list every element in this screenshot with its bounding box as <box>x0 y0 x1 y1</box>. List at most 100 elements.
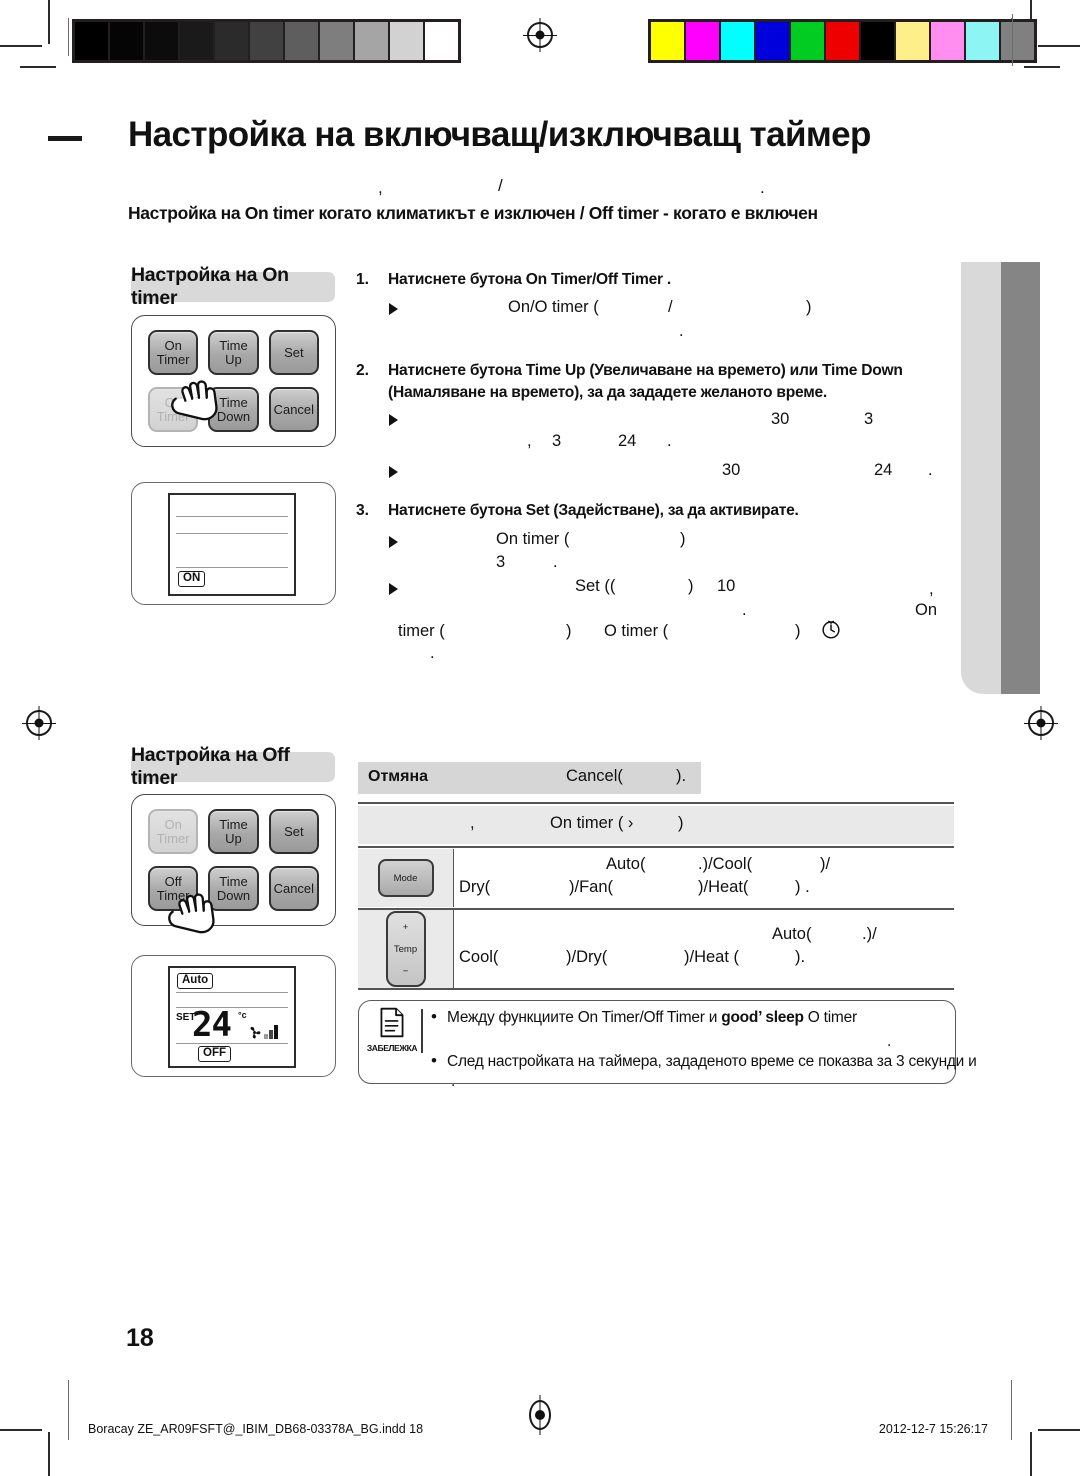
temp-plus-label: + <box>402 921 409 933</box>
step-1-frag-slash: / <box>668 298 673 316</box>
key-time-up-off-section[interactable]: Time Up <box>208 809 259 854</box>
note-b1-part-c: O timer <box>803 1009 857 1026</box>
page-edge-left <box>68 1380 70 1440</box>
lcd-on-tag: ON <box>178 571 206 587</box>
footer-filename: Boracay ZE_AR09FSFT@_IBIM_DB68-03378A_BG… <box>88 1422 424 1436</box>
key-time-up[interactable]: Time Up <box>208 330 259 375</box>
table-row-temp-l1b: .)/ <box>862 925 877 943</box>
note-box: ЗАБЕЛЕЖКА • Между функциите On Timer/Off… <box>358 1000 977 1090</box>
step-3-frag-set: Set (( <box>575 577 616 595</box>
key-set[interactable]: Set <box>268 330 319 375</box>
mode-button-icon[interactable]: Mode <box>377 859 434 897</box>
key-time-down[interactable]: Time Down <box>208 387 259 432</box>
key-on-timer[interactable]: On Timer <box>148 330 199 375</box>
lcd-off-divider-1 <box>176 992 288 994</box>
registration-mark-bottom <box>529 1400 551 1430</box>
crop-mark-tl-v <box>48 0 50 44</box>
key-on-timer-off-section[interactable]: On Timer <box>148 809 199 854</box>
grayscale-calibration-bar <box>72 19 461 63</box>
key-cancel[interactable]: Cancel <box>268 387 319 432</box>
gray-patch-9 <box>390 22 423 60</box>
gray-patch-1 <box>110 22 143 60</box>
color-patch-5 <box>826 22 859 60</box>
table-cell-mode-icon: Mode <box>358 849 454 907</box>
table-cancel-text: Cancel( <box>566 767 623 785</box>
lcd-panel-on-frame: ON <box>131 482 336 605</box>
lcd-divider-2 <box>176 533 288 535</box>
table-top-rule <box>358 802 954 805</box>
note-label: ЗАБЕЛЕЖКА <box>366 1043 418 1053</box>
heading-dash-icon <box>48 136 82 141</box>
key-time-up-label: Time Up <box>219 338 248 367</box>
lcd-screen-on: ON <box>168 493 296 596</box>
table-row-temp-l2d: ). <box>795 948 806 966</box>
step-2-bullet-2-icon <box>389 466 398 478</box>
step-2-frag-30: 30 <box>771 410 790 428</box>
gray-patch-0 <box>75 22 108 60</box>
registration-mark-left <box>22 710 56 736</box>
key-time-down-off-section[interactable]: Time Down <box>208 866 259 911</box>
crop-mark-tl2-h <box>20 66 56 68</box>
temp-button-icon[interactable]: + Temp − <box>385 911 426 987</box>
gray-patch-8 <box>355 22 388 60</box>
fan-icon <box>250 1026 261 1039</box>
lcd-divider-1 <box>176 516 288 518</box>
note-bullet-2-icon: • <box>431 1051 437 1070</box>
table-row-mode-l2b: )/Fan( <box>569 878 614 896</box>
key-on-timer-label: On Timer <box>156 338 190 367</box>
color-patch-0 <box>651 22 684 60</box>
lcd-divider-3 <box>176 567 288 569</box>
lcd-off-tag: OFF <box>198 1046 231 1062</box>
manual-page: Настройка на включващ/изключващ таймер ,… <box>0 0 1080 1476</box>
step-2-frag-24b: 24 <box>874 461 893 479</box>
gray-patch-6 <box>285 22 318 60</box>
key-time-down-label-2: Time Down <box>216 874 251 903</box>
trim-line-left <box>68 18 70 56</box>
key-set-label: Set <box>284 344 304 360</box>
color-patch-4 <box>791 22 824 60</box>
step-2-frag-3b: 3 <box>552 432 562 450</box>
step-2-text-line2: (Намаляване на времето), за да зададете … <box>388 384 827 401</box>
lcd-temperature-value: 24 <box>192 1005 232 1045</box>
table-subhead-end: ) <box>678 814 684 832</box>
step-3-bullet-2-icon <box>389 583 398 595</box>
step-2-frag-comma: , <box>527 432 532 450</box>
color-patch-9 <box>966 22 999 60</box>
key-set-off-section[interactable]: Set <box>268 809 319 854</box>
step-2-frag-dot2: . <box>928 461 933 479</box>
signal-bar-1 <box>264 1034 268 1039</box>
note-b1-part-a: Между функциите On Timer/Off Timer и <box>447 1009 722 1026</box>
crop-mark-tr-h <box>1038 45 1080 47</box>
color-patch-10 <box>1001 22 1034 60</box>
table-row-mode-l2c: )/Heat( <box>698 878 749 896</box>
timer-clock-icon <box>822 620 840 639</box>
step-1-frag-a: On/O timer ( <box>508 298 599 316</box>
color-patch-8 <box>931 22 964 60</box>
gray-patch-2 <box>145 22 178 60</box>
step-3-frag-10: 10 <box>717 577 736 595</box>
key-off-timer[interactable]: Off Timer <box>148 387 199 432</box>
remote-keypad-off-timer: On Timer Time Up Set Off Timer Time Down… <box>131 794 336 934</box>
step-3-frag-dot: . <box>553 553 558 571</box>
step-2-bullet-1-icon <box>389 414 398 426</box>
gray-patch-5 <box>250 22 283 60</box>
subtitle-fragment-comma: , <box>378 178 383 197</box>
key-cancel-label: Cancel <box>273 401 315 417</box>
section-chip-on-timer: Настройка на On timer <box>131 264 335 309</box>
note-bullet-2-dot: . <box>451 1073 456 1090</box>
gray-patch-3 <box>180 22 213 60</box>
color-patch-7 <box>896 22 929 60</box>
table-cancel-text-end: ). <box>676 767 687 785</box>
table-row-temp-l2a: Cool( <box>459 948 499 966</box>
table-row-mode-l1c: )/ <box>820 855 831 873</box>
key-off-timer-off-section[interactable]: Off Timer <box>148 866 199 911</box>
table-bottom-rule <box>358 988 954 991</box>
section-chip-off-timer: Настройка на Off timer <box>131 744 335 789</box>
step-3-frag-comma: , <box>929 580 934 598</box>
step-1-number: 1. <box>356 271 370 288</box>
step-2-frag-30b: 30 <box>722 461 741 479</box>
temp-minus-label: − <box>402 965 409 977</box>
key-cancel-off-section[interactable]: Cancel <box>268 866 319 911</box>
step-1-bullet-icon <box>389 303 398 315</box>
footer-timestamp: 2012-12-7 15:26:17 <box>878 1422 988 1436</box>
